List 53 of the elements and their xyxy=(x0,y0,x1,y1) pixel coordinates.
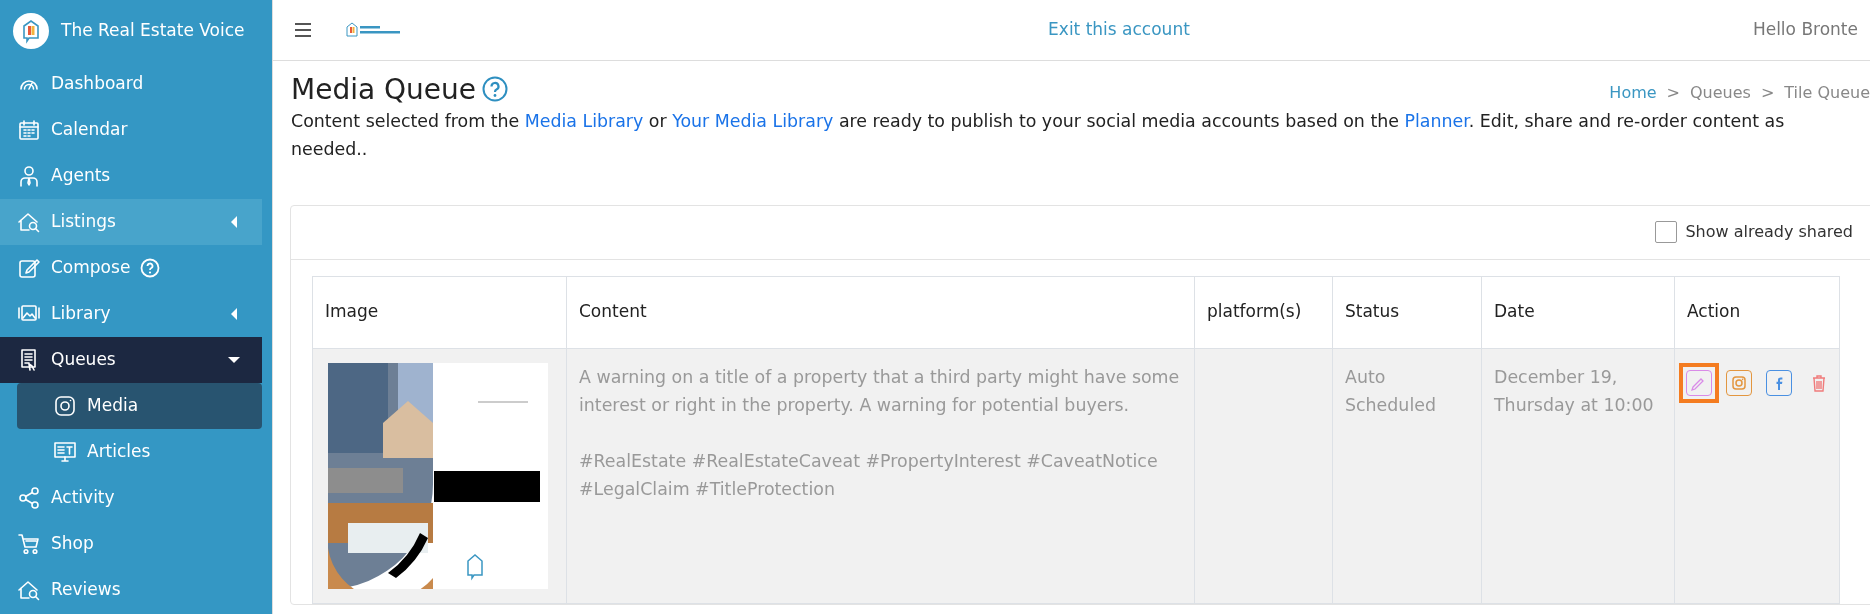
sidebar-item[interactable]: Calendar xyxy=(0,107,262,153)
sidebar-item[interactable]: Queues xyxy=(0,337,262,383)
breadcrumb-link[interactable]: Queues xyxy=(1690,80,1751,105)
show-shared-checkbox[interactable] xyxy=(1655,221,1678,244)
logo-icon xyxy=(13,12,49,49)
exit-account-link[interactable]: Exit this account xyxy=(968,17,1190,43)
sidebar-item[interactable]: Media xyxy=(17,383,262,429)
sidebar-item[interactable]: Reviews xyxy=(0,567,262,613)
post-text: #RealEstate #RealEstateCaveat #PropertyInterest #CaveatNotice #LegalClaim #TitleProtection xyxy=(579,449,1159,501)
page-description: Content selected from the Media Library or Your Media Library are ready to publish to your social media accounts based on the Planner. Edit, share and re-order content as needed.. xyxy=(290,109,1786,161)
text-link[interactable]: Planner xyxy=(1404,110,1469,131)
facebook-button[interactable] xyxy=(1766,369,1792,396)
house-search-icon xyxy=(17,578,41,602)
column-header: Image xyxy=(312,276,567,349)
page-title: Media Queue xyxy=(291,73,476,107)
column-header: Action xyxy=(1674,276,1840,349)
menu-icon[interactable] xyxy=(295,23,311,37)
breadcrumb-separator: > xyxy=(1666,81,1680,104)
share-icon xyxy=(17,486,41,510)
column-header: Content xyxy=(566,276,1195,349)
cart-icon xyxy=(17,532,41,556)
breadcrumb-link[interactable]: Home xyxy=(1609,80,1657,105)
edit-icon xyxy=(17,256,41,280)
sidebar-item[interactable]: Articles xyxy=(17,429,262,475)
monitor-icon xyxy=(53,440,77,464)
breadcrumb-separator: > xyxy=(1760,81,1775,104)
person-icon xyxy=(17,164,41,188)
sidebar-item[interactable]: Dashboard xyxy=(0,61,262,107)
column-header: Status xyxy=(1332,276,1482,349)
column-header: Date xyxy=(1481,276,1675,349)
house-search-icon xyxy=(17,210,41,234)
brand-name: The Real Estate Voice xyxy=(61,18,245,42)
sidebar-item[interactable]: Compose xyxy=(0,245,262,291)
text-link[interactable]: Your Media Library xyxy=(672,110,834,131)
caret-down-icon xyxy=(228,354,240,366)
instagram-icon xyxy=(53,394,77,418)
date-text: December 19, Thursday at 10:00 xyxy=(1494,366,1654,415)
post-text: A warning on a title of a property that a third party might have some interest or right in the property. A warning for potential buyers. xyxy=(579,365,1181,417)
checkbox-label: Show already shared xyxy=(1685,221,1853,244)
instagram-button[interactable] xyxy=(1726,369,1752,396)
sidebar-item[interactable]: Library xyxy=(0,291,262,337)
sidebar-item[interactable]: Shop xyxy=(0,521,262,567)
sidebar-item[interactable]: Agents xyxy=(0,153,262,199)
sidebar-item[interactable]: Activity xyxy=(0,475,262,521)
column-header: platform(s) xyxy=(1194,276,1333,349)
text-link[interactable]: Media Library xyxy=(524,110,644,131)
help-icon[interactable] xyxy=(482,75,508,102)
greeting: Hello Bronte xyxy=(1752,18,1858,42)
status-text: Auto Scheduled xyxy=(1345,366,1436,415)
calendar-icon xyxy=(17,118,41,142)
sidebar-item[interactable]: Listings xyxy=(0,199,262,245)
breadcrumb-current: Tile Queue xyxy=(1784,81,1870,104)
edit-button[interactable] xyxy=(1686,369,1712,396)
